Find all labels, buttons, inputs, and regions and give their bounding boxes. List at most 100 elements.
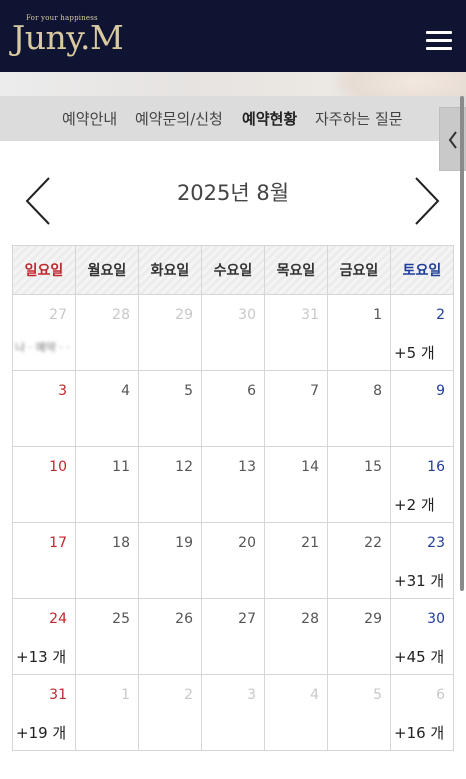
day-number: 29 [364, 611, 382, 627]
day-number: 21 [301, 535, 319, 551]
calendar-week-row: 10 11 12 13 14 15 16 +2 개 [12, 446, 454, 523]
calendar-body: 27 나 · 예약 · · 28 29 30 31 1 2 +5 개 3 4 5 6 7 8 9 10 11 12 1… [12, 294, 454, 751]
day-number: 1 [373, 307, 382, 323]
site-header: For your happiness Juny.M [0, 0, 466, 72]
calendar-day-cell[interactable]: 27 [201, 598, 265, 675]
calendar-day-cell[interactable]: 5 [138, 370, 202, 447]
tab-faq[interactable]: 자주하는 질문 [315, 108, 403, 129]
day-number: 19 [175, 535, 193, 551]
calendar-day-cell[interactable]: 13 [201, 446, 265, 523]
day-number: 31 [49, 687, 67, 703]
calendar-day-cell[interactable]: 6 +16 개 [390, 674, 454, 751]
hamburger-menu-icon[interactable] [424, 28, 454, 52]
calendar-week-row: 27 나 · 예약 · · 28 29 30 31 1 2 +5 개 [12, 294, 454, 371]
month-navigation: 2025년 8월 [0, 170, 466, 230]
calendar-day-cell[interactable]: 30 +45 개 [390, 598, 454, 675]
calendar-day-cell[interactable]: 12 [138, 446, 202, 523]
calendar-day-cell[interactable]: 5 [327, 674, 391, 751]
chevron-right-icon [415, 177, 440, 225]
day-number: 30 [238, 307, 256, 323]
calendar-day-cell[interactable]: 22 [327, 522, 391, 599]
calendar-day-cell[interactable]: 27 나 · 예약 · · [12, 294, 76, 371]
calendar-day-cell[interactable]: 26 [138, 598, 202, 675]
calendar-day-cell[interactable]: 3 [201, 674, 265, 751]
day-number: 10 [49, 459, 67, 475]
day-number: 27 [238, 611, 256, 627]
day-number: 5 [373, 687, 382, 703]
calendar-day-cell[interactable]: 28 [75, 294, 139, 371]
calendar-day-cell[interactable]: 15 [327, 446, 391, 523]
calendar-day-cell[interactable]: 11 [75, 446, 139, 523]
banner-decoration [335, 72, 466, 96]
calendar-day-cell[interactable]: 29 [138, 294, 202, 371]
banner-image [0, 72, 466, 96]
day-number: 22 [364, 535, 382, 551]
day-number: 2 [184, 687, 193, 703]
calendar-week-row: 17 18 19 20 21 22 23 +31 개 [12, 522, 454, 599]
weekday-header: 일요일 [12, 245, 76, 295]
calendar-day-cell[interactable]: 28 [264, 598, 328, 675]
calendar-day-cell[interactable]: 25 [75, 598, 139, 675]
reservation-count-link[interactable]: +45 개 [394, 646, 444, 667]
calendar-day-cell[interactable]: 3 [12, 370, 76, 447]
reservation-count-link[interactable]: +31 개 [394, 570, 444, 591]
calendar-day-cell[interactable]: 2 +5 개 [390, 294, 454, 371]
reservation-count-link[interactable]: +13 개 [16, 646, 66, 667]
calendar-day-cell[interactable]: 14 [264, 446, 328, 523]
blurred-reservation-label[interactable]: 나 · 예약 · · [15, 339, 71, 354]
calendar-day-cell[interactable]: 29 [327, 598, 391, 675]
calendar-month-title: 2025년 8월 [176, 181, 290, 205]
calendar-day-cell[interactable]: 21 [264, 522, 328, 599]
weekday-header: 월요일 [75, 245, 139, 295]
calendar-day-cell[interactable]: 1 [327, 294, 391, 371]
menu-bar [426, 47, 452, 50]
tab-reservation-inquiry[interactable]: 예약문의/신청 [135, 108, 223, 129]
tab-reservation-status[interactable]: 예약현황 [242, 108, 297, 129]
day-number: 8 [373, 383, 382, 399]
reservation-count-link[interactable]: +19 개 [16, 722, 66, 743]
calendar-day-cell[interactable]: 2 [138, 674, 202, 751]
menu-bar [426, 39, 452, 42]
calendar-day-cell[interactable]: 9 [390, 370, 454, 447]
calendar-day-cell[interactable]: 23 +31 개 [390, 522, 454, 599]
day-number: 24 [49, 611, 67, 627]
day-number: 2 [436, 307, 445, 323]
weekday-header: 화요일 [138, 245, 202, 295]
day-number: 12 [175, 459, 193, 475]
logo[interactable]: For your happiness Juny.M [12, 14, 132, 64]
weekday-header: 목요일 [264, 245, 328, 295]
day-number: 23 [427, 535, 445, 551]
calendar-week-row: 24 +13 개 25 26 27 28 29 30 +45 개 [12, 598, 454, 675]
calendar-day-cell[interactable]: 31 [264, 294, 328, 371]
calendar-day-cell[interactable]: 8 [327, 370, 391, 447]
calendar-day-cell[interactable]: 31 +19 개 [12, 674, 76, 751]
day-number: 11 [112, 459, 130, 475]
next-month-button[interactable] [412, 176, 442, 226]
day-number: 15 [364, 459, 382, 475]
calendar-day-cell[interactable]: 20 [201, 522, 265, 599]
calendar-day-cell[interactable]: 6 [201, 370, 265, 447]
day-number: 29 [175, 307, 193, 323]
tab-reservation-guide[interactable]: 예약안내 [62, 108, 117, 129]
day-number: 3 [58, 383, 67, 399]
reservation-count-link[interactable]: +2 개 [394, 494, 435, 515]
calendar-day-cell[interactable]: 4 [264, 674, 328, 751]
day-number: 4 [310, 687, 319, 703]
day-number: 31 [301, 307, 319, 323]
day-number: 6 [436, 687, 445, 703]
calendar-day-cell[interactable]: 1 [75, 674, 139, 751]
calendar-day-cell[interactable]: 19 [138, 522, 202, 599]
calendar-day-cell[interactable]: 16 +2 개 [390, 446, 454, 523]
reservation-count-link[interactable]: +16 개 [394, 722, 444, 743]
reservation-count-link[interactable]: +5 개 [394, 342, 435, 363]
calendar-day-cell[interactable]: 30 [201, 294, 265, 371]
calendar-day-cell[interactable]: 4 [75, 370, 139, 447]
calendar-day-cell[interactable]: 10 [12, 446, 76, 523]
reservation-calendar: 일요일 월요일 화요일 수요일 목요일 금요일 토요일 27 나 · 예약 · · 28 29 30… [12, 245, 454, 751]
calendar-day-cell[interactable]: 7 [264, 370, 328, 447]
calendar-day-cell[interactable]: 18 [75, 522, 139, 599]
day-number: 30 [427, 611, 445, 627]
calendar-day-cell[interactable]: 24 +13 개 [12, 598, 76, 675]
calendar-day-cell[interactable]: 17 [12, 522, 76, 599]
day-number: 26 [175, 611, 193, 627]
